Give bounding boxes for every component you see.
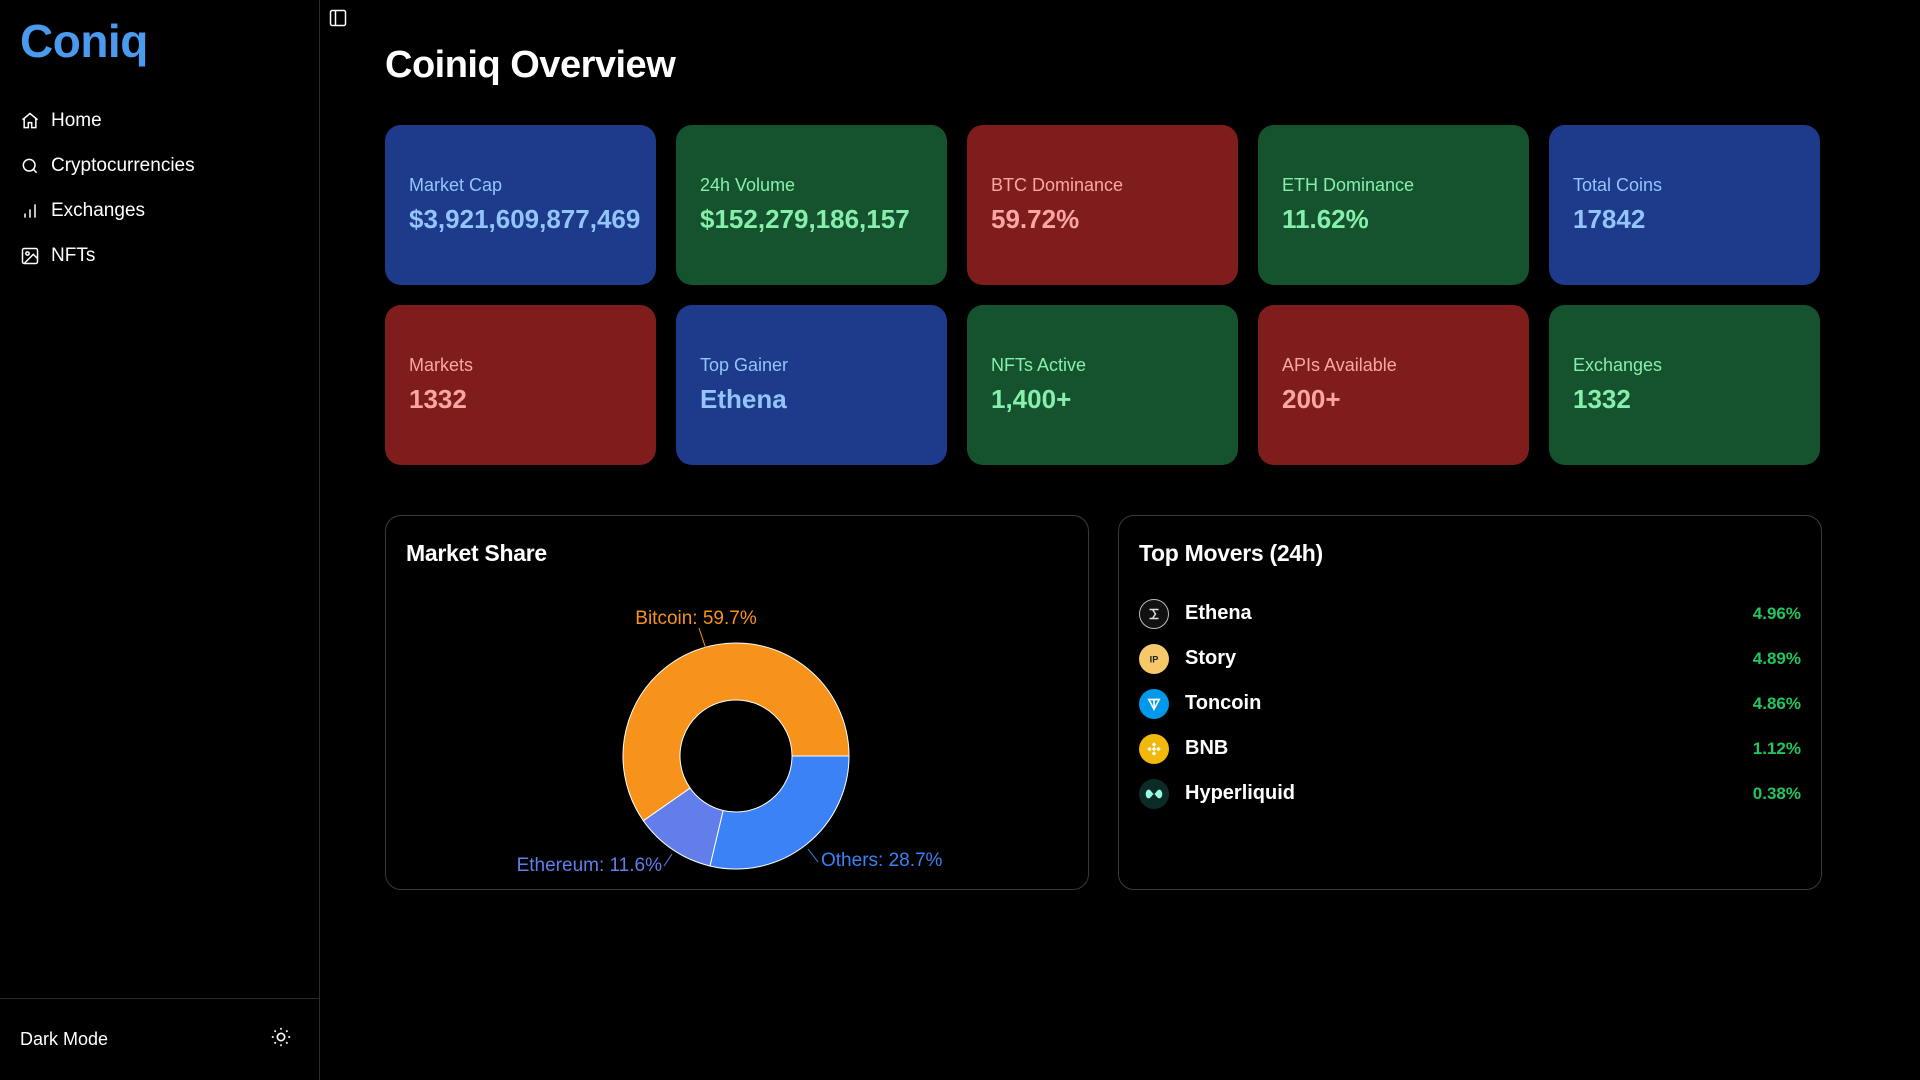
toncoin-icon [1139,688,1169,719]
stat-card-btc-dominance: BTC Dominance 59.72% [967,125,1238,285]
ethena-icon [1139,598,1169,629]
sidebar-item-cryptocurrencies[interactable]: Cryptocurrencies [20,143,300,188]
market-share-donut-chart: Bitcoin: 59.7% Ethereum: 11.6% Others: 28.… [517,608,943,876]
stat-label: ETH Dominance [1282,175,1415,195]
sidebar-item-exchanges[interactable]: Exchanges [20,188,300,233]
stat-card-nfts-active: NFTs Active 1,400+ [967,305,1238,465]
mover-name: Story [1185,647,1237,669]
sidebar-item-label: Cryptocurrencies [51,154,195,176]
mover-change: 4.96% [1752,603,1801,623]
bar-chart-icon [20,201,40,221]
label-leader-line [663,853,673,867]
mover-name: BNB [1185,737,1229,759]
home-icon [20,111,40,131]
stat-label: Exchanges [1573,355,1663,375]
stat-label: APIs Available [1282,355,1397,375]
top-movers-list: Ethena 4.96% IP Story 4.89% Toncoin 4.86… [1139,591,1801,816]
stat-label: Market Cap [409,175,503,195]
app-logo[interactable]: Coniq [20,14,148,68]
page-title: Coiniq Overview [385,44,676,86]
stat-card-eth-dominance: ETH Dominance 11.62% [1258,125,1529,285]
pie-label-others: Others: 28.7% [821,850,943,871]
svg-text:IP: IP [1150,654,1159,664]
sidebar-toggle-button[interactable] [328,8,348,28]
list-item[interactable]: Hyperliquid 0.38% [1139,771,1801,816]
label-leader-line [807,848,819,863]
stat-label: NFTs Active [991,355,1087,375]
stat-label: Top Gainer [700,355,789,375]
mover-change: 4.89% [1752,648,1801,668]
pie-label-ethereum: Ethereum: 11.6% [517,855,663,876]
stat-value: 59.72% [991,204,1080,234]
dark-mode-label: Dark Mode [20,1029,109,1049]
hyperliquid-icon [1139,778,1169,809]
top-movers-panel: Top Movers (24h) Ethena 4.96% IP Story 4… [1118,515,1822,890]
stat-card-apis-available: APIs Available 200+ [1258,305,1529,465]
stat-value: 1332 [1573,384,1631,414]
list-item[interactable]: BNB 1.12% [1139,726,1801,771]
stat-value: $152,279,186,157 [700,204,910,234]
stat-card-market-cap: Market Cap $3,921,609,877,469 [385,125,656,285]
pie-label-bitcoin: Bitcoin: 59.7% [635,608,757,629]
sidebar-item-label: Exchanges [51,199,146,221]
panel-left-icon [329,9,347,27]
stat-label: Total Coins [1573,175,1663,195]
mover-change: 4.86% [1752,693,1801,713]
stat-value: 200+ [1282,384,1341,414]
list-item[interactable]: Toncoin 4.86% [1139,681,1801,726]
list-item[interactable]: Ethena 4.96% [1139,591,1801,636]
top-movers-title: Top Movers (24h) [1139,540,1323,566]
sidebar-footer: Dark Mode [0,998,320,1080]
sidebar-item-nfts[interactable]: NFTs [20,233,300,278]
search-icon [20,156,40,176]
story-icon: IP [1139,643,1169,674]
stat-value: 1332 [409,384,467,414]
market-share-panel: Market Share Bitcoin: 59.7% Ethereum: 11.… [385,515,1089,890]
stat-label: BTC Dominance [991,175,1124,195]
stat-value: $3,921,609,877,469 [409,204,641,234]
sidebar-item-label: Home [51,109,102,131]
stat-value: Ethena [700,384,787,414]
stat-value: 17842 [1573,204,1646,234]
stat-card-24h-volume: 24h Volume $152,279,186,157 [676,125,947,285]
mover-name: Toncoin [1185,692,1262,714]
stat-label: 24h Volume [700,175,796,195]
label-leader-line [698,627,707,650]
stat-card-top-gainer: Top Gainer Ethena [676,305,947,465]
mover-name: Hyperliquid [1185,782,1296,804]
list-item[interactable]: IP Story 4.89% [1139,636,1801,681]
sidebar-item-home[interactable]: Home [20,98,300,143]
stat-value: 11.62% [1282,204,1369,234]
stat-card-total-coins: Total Coins 17842 [1549,125,1820,285]
stat-label: Markets [409,355,474,375]
image-icon [20,246,40,266]
sidebar: Coniq Home Cryptocurrencies Exchanges NF… [0,0,320,1080]
stat-value: 1,400+ [991,384,1072,414]
stat-card-markets: Markets 1332 [385,305,656,465]
sidebar-nav: Home Cryptocurrencies Exchanges NFTs [20,98,300,278]
bnb-icon [1139,733,1169,764]
sidebar-item-label: NFTs [51,244,96,266]
mover-name: Ethena [1185,602,1252,624]
mover-change: 1.12% [1752,738,1801,758]
mover-change: 0.38% [1752,783,1801,803]
stat-card-exchanges: Exchanges 1332 [1549,305,1820,465]
sun-icon[interactable] [270,1026,292,1053]
stats-grid: Market Cap $3,921,609,877,469 24h Volume… [385,125,1821,465]
